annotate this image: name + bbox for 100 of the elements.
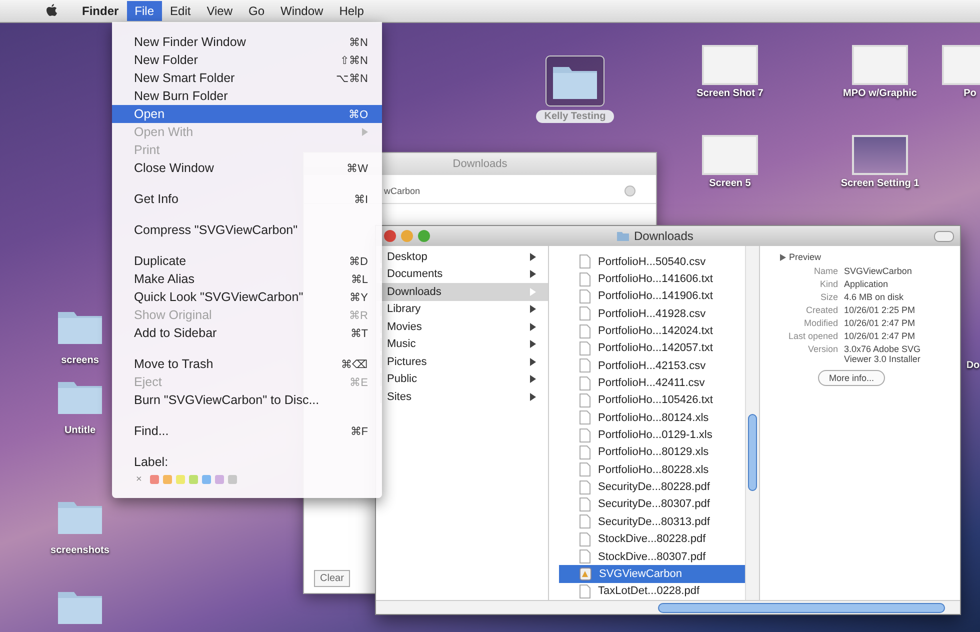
close-icon[interactable] xyxy=(384,230,396,242)
menu-item[interactable]: Move to Trash ⌘⌫ xyxy=(112,355,382,373)
disclosure-triangle-icon xyxy=(780,254,786,260)
menu-bar-item[interactable]: Go xyxy=(240,1,273,21)
file-row[interactable]: PortfolioHo...141606.txt xyxy=(559,270,745,288)
screenshot-thumbnail[interactable] xyxy=(702,45,758,85)
document-icon xyxy=(579,444,591,460)
file-row[interactable]: PortfolioHo...142057.txt xyxy=(559,340,745,358)
menu-item[interactable]: Label: xyxy=(112,453,382,471)
file-row[interactable]: StockDive...80228.pdf xyxy=(559,530,745,548)
label-color-swatch[interactable] xyxy=(188,475,198,484)
menu-item[interactable]: Add to Sidebar ⌘T xyxy=(112,324,382,342)
label-color-swatch[interactable] xyxy=(202,475,211,484)
document-icon xyxy=(579,324,591,339)
info-label: Size xyxy=(819,292,838,302)
file-row[interactable]: PortfolioHo...105426.txt xyxy=(559,392,745,410)
info-value: 10/26/01 2:47 PM xyxy=(844,318,916,328)
menu-item[interactable]: New Smart Folder ⌥⌘N xyxy=(112,69,382,87)
document-icon xyxy=(579,480,591,495)
info-value: 3.0x76 Adobe SVG Viewer 3.0 Installer xyxy=(844,344,922,364)
menu-item[interactable]: Duplicate ⌘D xyxy=(112,252,382,270)
zoom-icon[interactable] xyxy=(418,230,430,242)
document-icon xyxy=(579,376,591,391)
folder-icon[interactable] xyxy=(545,55,605,107)
horizontal-scroll-bar[interactable] xyxy=(376,600,960,614)
menu-bar-item[interactable]: Edit xyxy=(162,1,199,21)
chevron-right-icon xyxy=(530,392,536,401)
chevron-right-icon xyxy=(530,288,536,296)
menu-item[interactable]: Find... ⌘F xyxy=(112,422,382,440)
menu-item[interactable]: Get Info ⌘I xyxy=(112,190,382,208)
document-icon xyxy=(579,410,591,426)
application-icon xyxy=(579,566,592,581)
document-icon xyxy=(579,358,591,374)
list-item[interactable]: wCarbon xyxy=(384,186,420,196)
document-icon xyxy=(579,462,591,478)
screenshot-thumbnail[interactable] xyxy=(852,45,908,85)
chevron-right-icon xyxy=(530,270,536,278)
apple-logo-icon xyxy=(46,4,58,18)
menu-item[interactable]: New Finder Window ⌘N xyxy=(112,33,382,51)
menu-bar-item[interactable]: Help xyxy=(331,1,372,21)
file-row[interactable]: PortfolioH...42411.csv xyxy=(559,374,745,392)
info-label: Version xyxy=(806,344,838,356)
info-value: 10/26/01 2:47 PM xyxy=(844,331,916,341)
window-title: Downloads xyxy=(634,229,694,243)
desktop-icon-label[interactable]: Screen Shot 7 xyxy=(696,88,764,99)
info-label: Last opened xyxy=(787,331,838,341)
label-color-swatch[interactable] xyxy=(228,475,237,484)
file-row[interactable]: PortfolioHo...80129.xls xyxy=(559,444,745,462)
file-row[interactable]: SecurityDe...80313.pdf xyxy=(559,513,745,530)
file-row[interactable]: SecurityDe...80228.pdf xyxy=(559,478,745,496)
desktop-icon-label[interactable]: MPO w/Graphic xyxy=(843,88,917,99)
document-icon xyxy=(579,584,591,599)
menu-item[interactable]: Burn "SVGViewCarbon" to Disc... xyxy=(112,391,382,409)
menu-bar-item[interactable]: File xyxy=(126,1,162,21)
info-label: Modified xyxy=(802,318,838,328)
desktop-icon-label[interactable]: Screen 5 xyxy=(709,178,751,189)
desktop-icon-label[interactable]: Do xyxy=(966,360,980,371)
preview-disclosure[interactable]: Preview xyxy=(766,252,954,262)
file-row[interactable]: PortfolioH...50540.csv xyxy=(559,253,745,270)
clear-button[interactable]: Clear xyxy=(314,570,350,587)
file-row[interactable]: StockDive...80307.pdf xyxy=(559,548,745,566)
menu-bar-item[interactable]: Window xyxy=(272,1,332,21)
more-info-button[interactable]: More info... xyxy=(818,370,886,386)
file-row[interactable]: PortfolioH...41928.csv xyxy=(559,305,745,322)
menu-item[interactable]: New Burn Folder xyxy=(112,87,382,105)
document-icon xyxy=(579,532,591,547)
file-row[interactable]: PortfolioHo...80228.xls xyxy=(559,461,745,478)
file-row[interactable]: SecurityDe...80307.pdf xyxy=(559,496,745,514)
desktop-icon-label[interactable]: Untitle xyxy=(64,425,96,436)
menu-bar-item[interactable]: View xyxy=(198,1,240,21)
document-icon xyxy=(579,514,591,530)
minimize-icon[interactable] xyxy=(401,230,413,242)
file-row[interactable]: PortfolioHo...141906.txt xyxy=(559,288,745,306)
screenshot-thumbnail[interactable] xyxy=(702,135,758,175)
menu-bar-item[interactable]: Finder xyxy=(74,1,127,21)
desktop-icon-label[interactable]: Po xyxy=(964,88,976,99)
info-label: Created xyxy=(804,305,838,315)
folder-icon xyxy=(616,230,630,242)
document-icon xyxy=(579,549,591,564)
file-row[interactable]: PortfolioHo...0129-1.xls xyxy=(559,426,745,444)
info-value: Application xyxy=(844,279,890,289)
info-value: SVGViewCarbon xyxy=(844,266,913,276)
image-thumbnail[interactable] xyxy=(852,135,908,175)
file-row[interactable]: SVGViewCarbon xyxy=(559,565,745,583)
info-value: 10/26/01 2:25 PM xyxy=(844,305,916,315)
info-label: Name xyxy=(812,266,838,276)
file-row[interactable]: PortfolioHo...142024.txt xyxy=(559,322,745,340)
label-color-swatch[interactable] xyxy=(162,475,172,484)
menu-item[interactable]: Compress "SVGViewCarbon" xyxy=(112,221,382,239)
file-row[interactable]: TaxLotDet...0228.pdf xyxy=(559,582,745,600)
label-color-swatch[interactable] xyxy=(150,475,159,484)
file-row[interactable]: PortfolioHo...80124.xls xyxy=(559,409,745,426)
desktop-icon-label[interactable]: screens xyxy=(61,355,99,366)
file-row[interactable]: PortfolioH...42153.csv xyxy=(559,357,745,374)
label-color-swatch[interactable] xyxy=(214,475,224,484)
label-color-swatch[interactable] xyxy=(176,475,185,484)
menu-item[interactable]: New Folder ⇧⌘N xyxy=(112,51,382,69)
menu-item[interactable]: Open ⌘O xyxy=(112,105,382,123)
toolbar-toggle-button[interactable] xyxy=(934,231,954,242)
scroll-bar[interactable] xyxy=(745,246,759,600)
